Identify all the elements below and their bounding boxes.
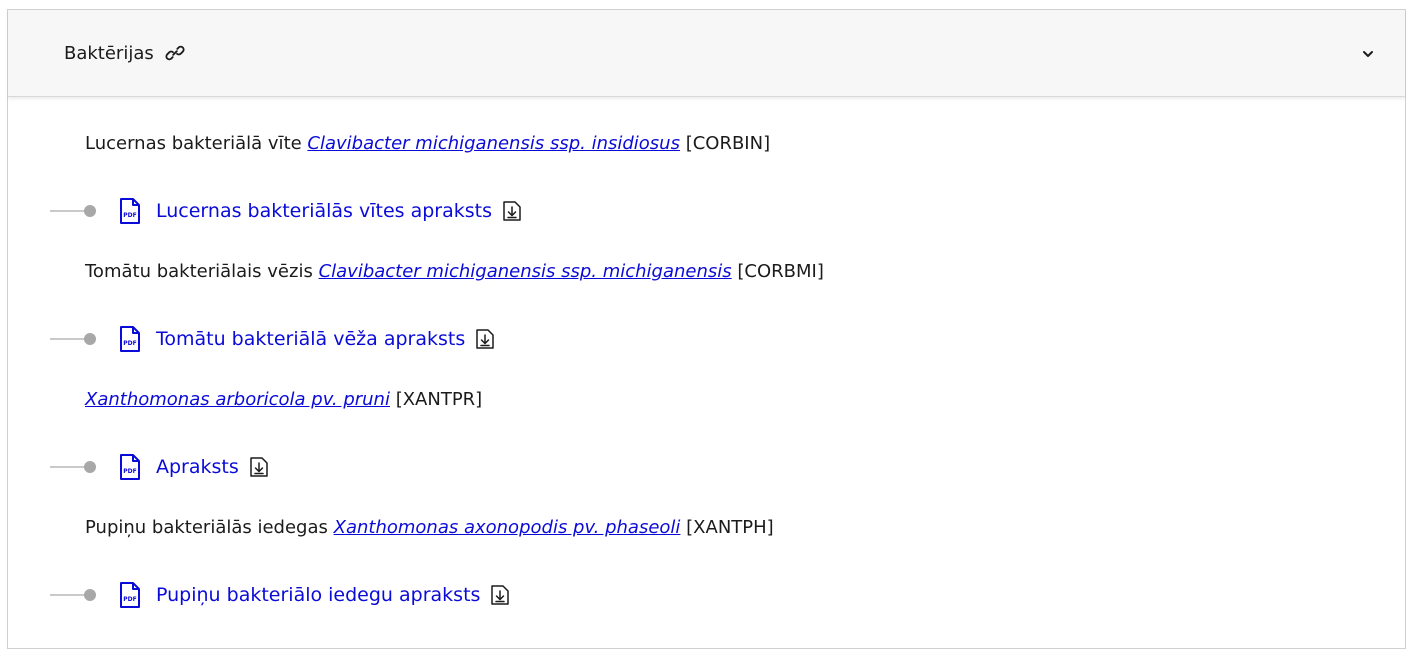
document-link[interactable]: Lucernas bakteriālās vītes apraksts xyxy=(156,200,492,222)
download-icon[interactable] xyxy=(502,200,522,222)
svg-text:PDF: PDF xyxy=(123,596,136,603)
species-link[interactable]: Clavibacter michiganensis ssp. michigane… xyxy=(319,261,732,282)
timeline-dot xyxy=(84,461,96,473)
pdf-file-icon[interactable]: PDF xyxy=(119,197,141,225)
timeline-dot xyxy=(84,333,96,345)
svg-text:PDF: PDF xyxy=(123,212,136,219)
chevron-down-icon[interactable] xyxy=(1361,46,1375,60)
list-item: Lucernas bakteriālā vīte Clavibacter mic… xyxy=(85,133,771,154)
species-link[interactable]: Xanthomonas arboricola pv. pruni xyxy=(85,389,390,410)
timeline-line xyxy=(50,594,86,596)
link-icon[interactable] xyxy=(164,42,186,64)
download-icon[interactable] xyxy=(490,584,510,606)
pdf-file-icon[interactable]: PDF xyxy=(119,581,141,609)
timeline-line xyxy=(50,466,86,468)
svg-text:PDF: PDF xyxy=(123,340,136,347)
list-item: Tomātu bakteriālais vēzis Clavibacter mi… xyxy=(85,261,824,282)
document-row: PDF Tomātu bakteriālā vēža apraksts xyxy=(50,323,495,355)
document-link[interactable]: Pupiņu bakteriālo iedegu apraksts xyxy=(156,584,480,606)
document-row: PDF Apraksts xyxy=(50,451,269,483)
list-item: Pupiņu bakteriālās iedegas Xanthomonas a… xyxy=(85,517,774,538)
timeline-dot xyxy=(84,205,96,217)
pdf-file-icon[interactable]: PDF xyxy=(119,325,141,353)
accordion-bakterijas: Baktērijas Lucernas bakteriālā vīte Clav… xyxy=(7,9,1406,649)
download-icon[interactable] xyxy=(475,328,495,350)
svg-text:PDF: PDF xyxy=(123,468,136,475)
document-row: PDF Lucernas bakteriālās vītes apraksts xyxy=(50,195,522,227)
download-icon[interactable] xyxy=(249,456,269,478)
pdf-file-icon[interactable]: PDF xyxy=(119,453,141,481)
document-link[interactable]: Apraksts xyxy=(156,456,239,478)
timeline-line xyxy=(50,338,86,340)
document-row: PDF Pupiņu bakteriālo iedegu apraksts xyxy=(50,579,510,611)
accordion-header[interactable]: Baktērijas xyxy=(8,10,1405,97)
timeline-line xyxy=(50,210,86,212)
accordion-title: Baktērijas xyxy=(64,42,154,64)
timeline-dot xyxy=(84,589,96,601)
document-link[interactable]: Tomātu bakteriālā vēža apraksts xyxy=(156,328,465,350)
list-item: Xanthomonas arboricola pv. pruni [XANTPR… xyxy=(85,389,483,410)
species-link[interactable]: Xanthomonas axonopodis pv. phaseoli xyxy=(334,517,681,538)
species-link[interactable]: Clavibacter michiganensis ssp. insidiosu… xyxy=(307,133,680,154)
